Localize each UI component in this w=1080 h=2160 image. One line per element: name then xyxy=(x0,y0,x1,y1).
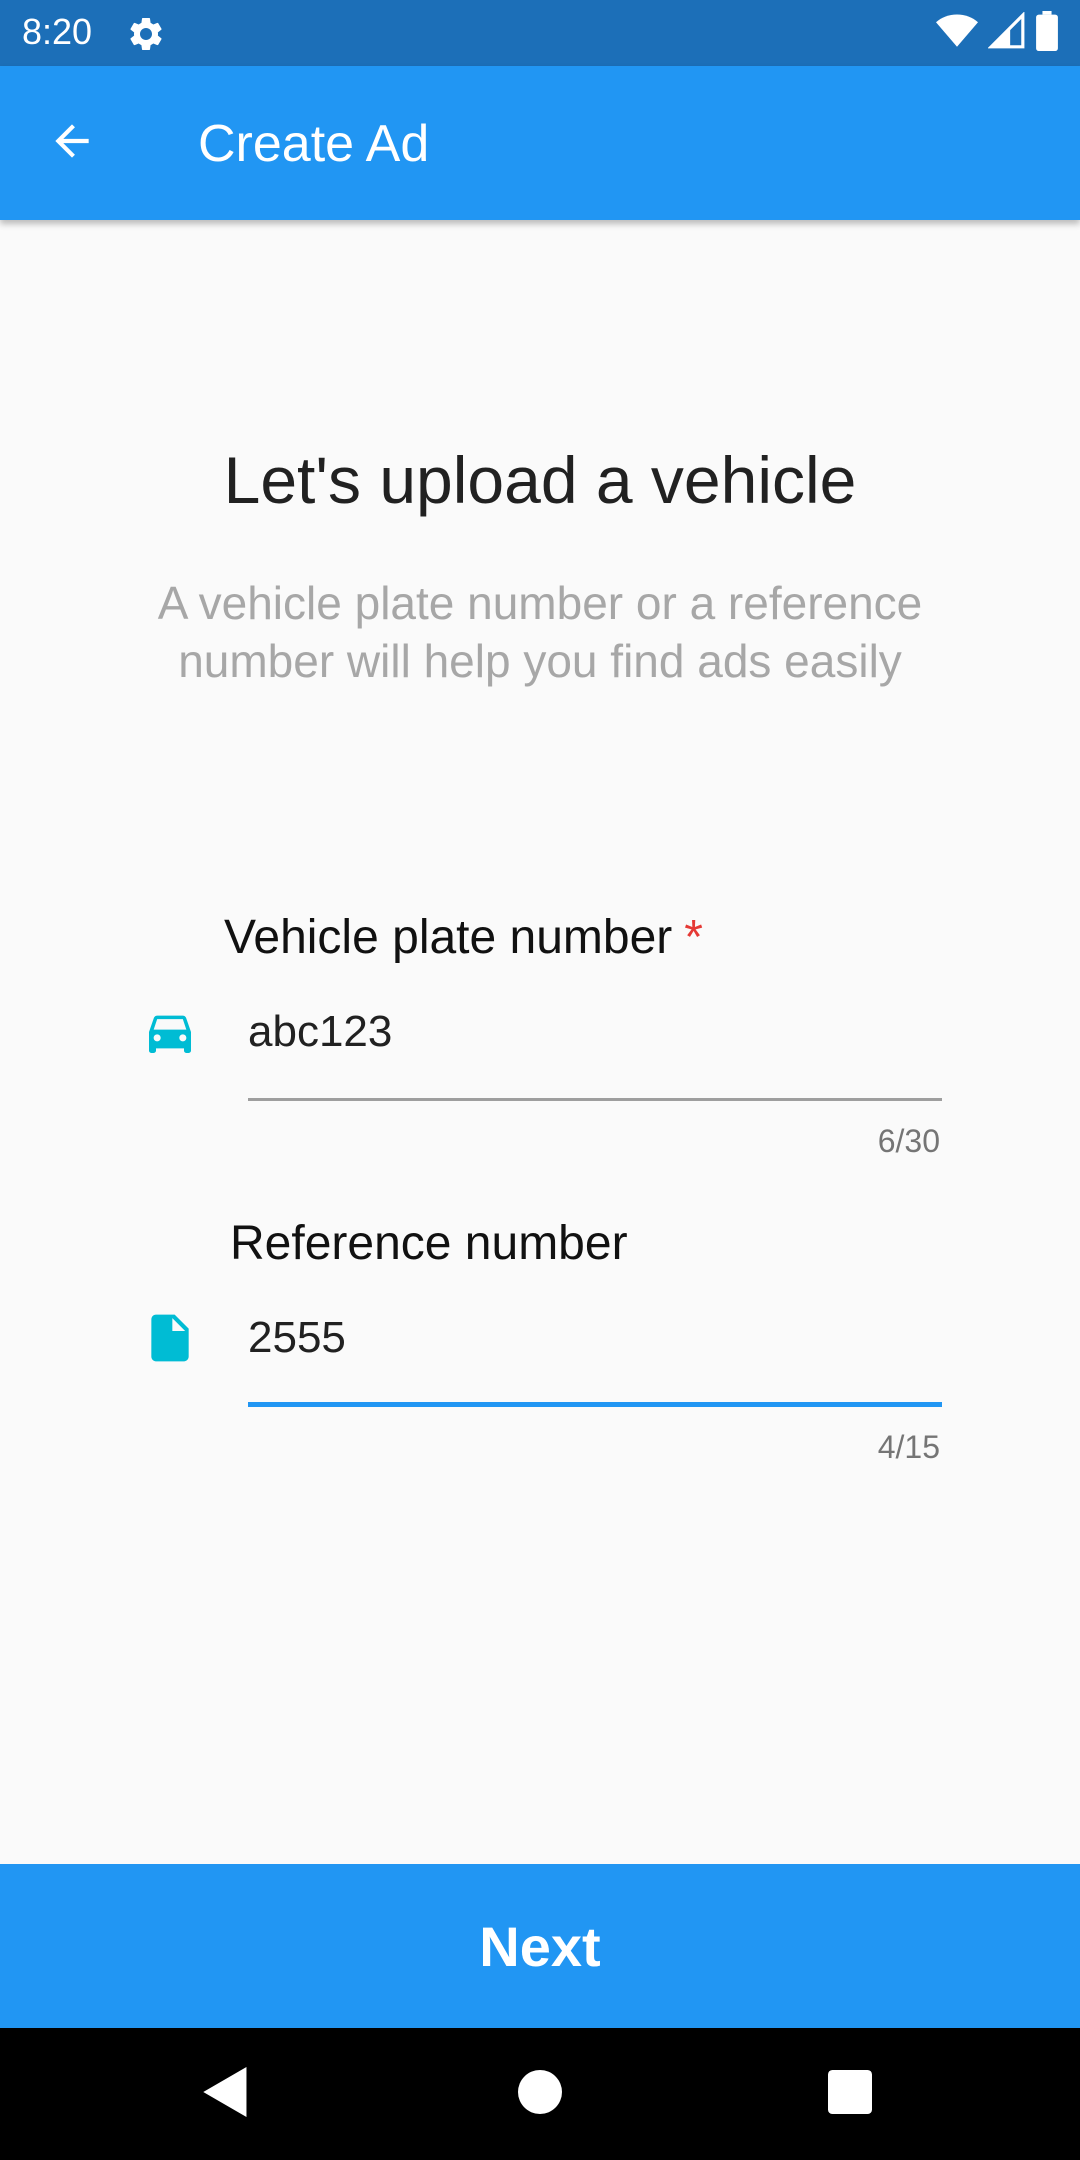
form-heading: Let's upload a vehicle xyxy=(223,443,857,517)
status-time: 8:20 xyxy=(22,11,93,52)
plate-input-underline xyxy=(248,1098,942,1101)
plate-character-counter: 6/30 xyxy=(877,1123,940,1159)
document-icon xyxy=(142,1310,198,1366)
plate-field-label: Vehicle plate number * xyxy=(224,910,703,966)
reference-input-underline xyxy=(248,1402,942,1407)
back-arrow-icon xyxy=(47,116,97,171)
nav-recents-button[interactable] xyxy=(820,2064,880,2124)
page-title: Create Ad xyxy=(198,115,430,173)
reference-field-label: Reference number xyxy=(230,1217,628,1270)
wifi-icon xyxy=(936,13,978,54)
gear-icon xyxy=(126,14,166,54)
recents-square-icon xyxy=(828,2069,872,2119)
car-icon xyxy=(142,1004,198,1060)
reference-number-input[interactable] xyxy=(248,1312,938,1364)
home-circle-icon xyxy=(518,2069,562,2119)
battery-icon xyxy=(1036,10,1058,56)
status-icons xyxy=(936,10,1058,56)
plate-label-text: Vehicle plate number xyxy=(224,911,673,964)
status-bar: 8:20 xyxy=(0,0,1080,66)
plate-number-input[interactable] xyxy=(248,1006,938,1058)
signal-icon xyxy=(987,10,1026,55)
nav-back-button[interactable] xyxy=(196,2064,256,2124)
back-triangle-icon xyxy=(203,2066,249,2122)
required-indicator: * xyxy=(684,911,703,964)
form-subheading: A vehicle plate number or a reference nu… xyxy=(157,577,923,687)
nav-home-button[interactable] xyxy=(510,2064,570,2124)
back-button[interactable] xyxy=(40,111,104,175)
app-bar: Create Ad xyxy=(0,66,1080,220)
reference-character-counter: 4/15 xyxy=(877,1429,940,1465)
system-navigation-bar xyxy=(0,2028,1080,2160)
next-button[interactable]: Next xyxy=(0,1864,1080,2028)
